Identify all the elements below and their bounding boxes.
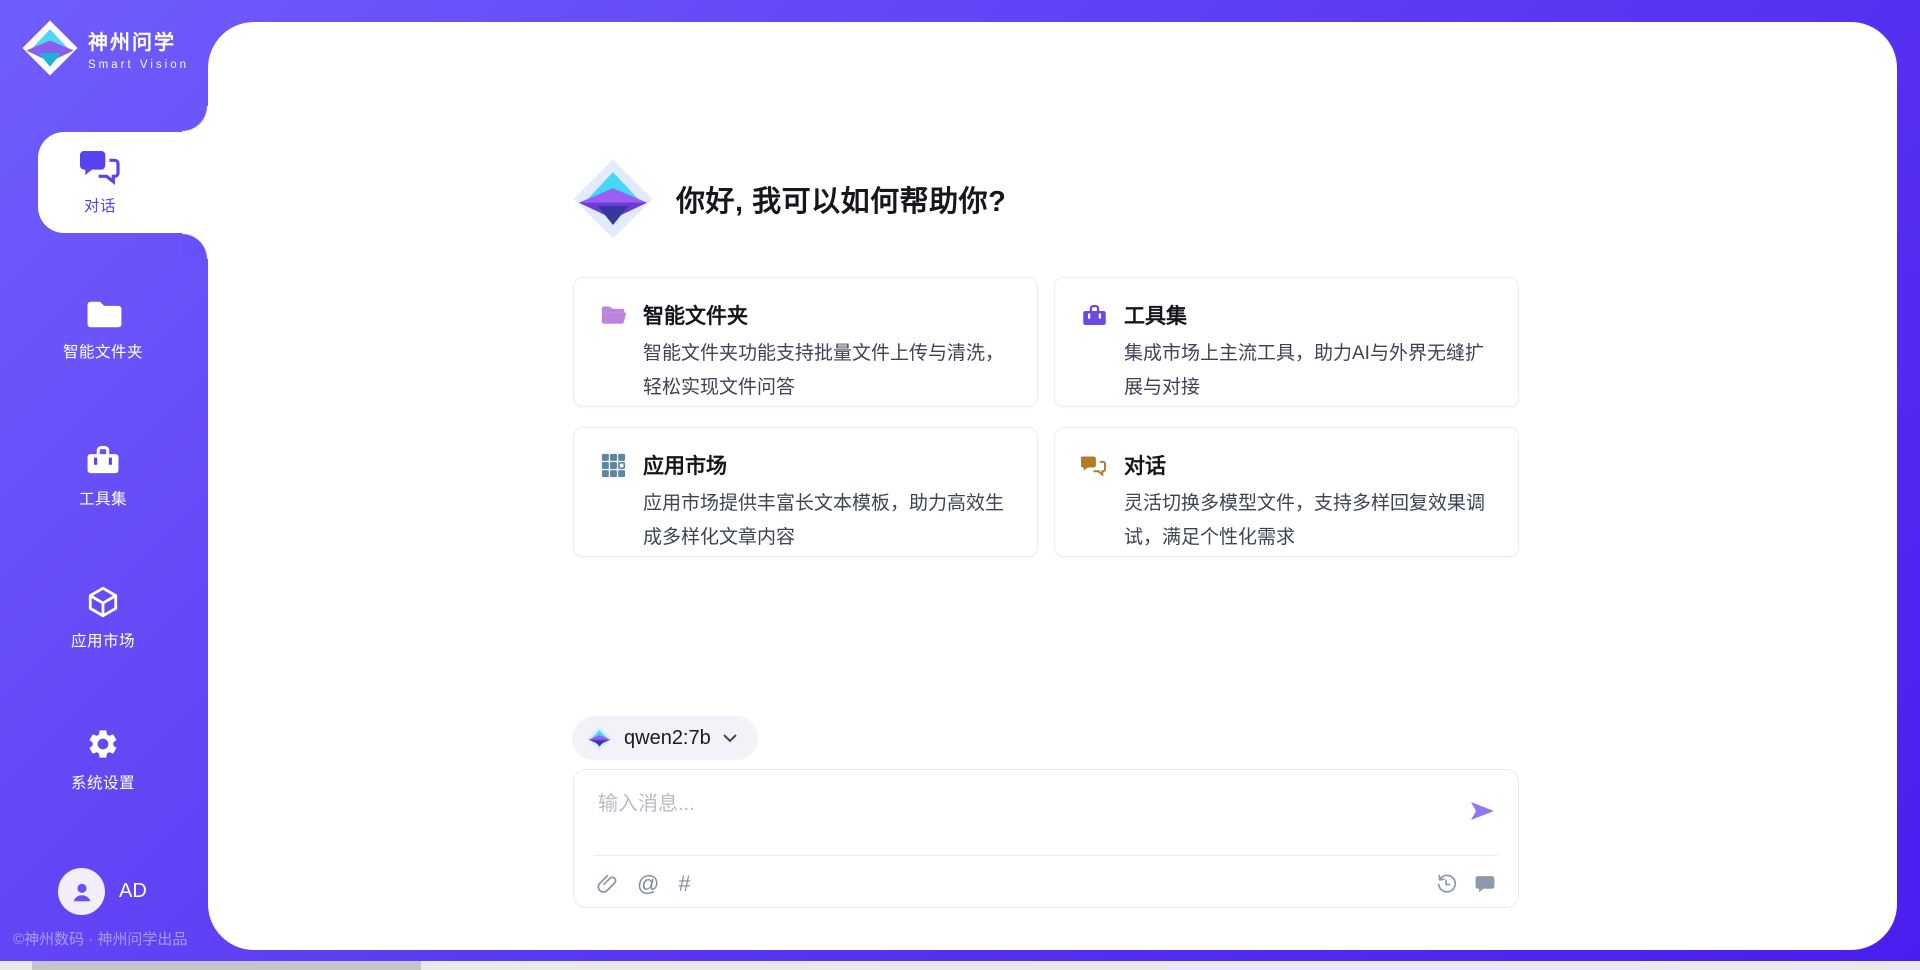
card-title: 对话	[1124, 450, 1166, 480]
card-title: 智能文件夹	[643, 300, 748, 330]
card-description: 灵活切换多模型文件，支持多样回复效果调试，满足个性化需求	[1124, 487, 1492, 555]
copyright-text: ©神州数码 · 神州问学出品	[13, 928, 187, 949]
sidebar-item-smart-folder[interactable]: 智能文件夹	[38, 296, 168, 362]
user-name: AD	[119, 880, 147, 903]
card-description: 集成市场上主流工具，助力AI与外界无缝扩展与对接	[1124, 337, 1492, 405]
card-toolset[interactable]: 工具集 集成市场上主流工具，助力AI与外界无缝扩展与对接	[1054, 277, 1519, 407]
sidebar-item-app-market[interactable]: 应用市场	[38, 585, 168, 651]
page-title: 你好, 我可以如何帮助你?	[676, 178, 1006, 220]
model-logo-icon	[586, 725, 613, 752]
sidebar-item-label: 工具集	[79, 487, 127, 509]
sidebar-item-toolset[interactable]: 工具集	[38, 443, 168, 509]
horizontal-scrollbar[interactable]	[0, 961, 1920, 970]
card-description: 应用市场提供丰富长文本模板，助力高效生成多样化文章内容	[643, 487, 1011, 555]
card-smart-folder[interactable]: 智能文件夹 智能文件夹功能支持批量文件上传与清洗，轻松实现文件问答	[573, 277, 1038, 407]
tab-curve-bottom	[182, 233, 208, 259]
app-window: 神州问学 Smart Vision 对话 智能文件夹 工具集	[0, 0, 1920, 970]
gear-icon	[84, 727, 122, 761]
person-icon	[69, 879, 95, 905]
composer-divider	[594, 855, 1498, 856]
card-app-market[interactable]: 应用市场 应用市场提供丰富长文本模板，助力高效生成多样化文章内容	[573, 427, 1038, 557]
chat-bubble-icon[interactable]	[1474, 873, 1496, 895]
model-selector[interactable]: qwen2:7b	[572, 716, 758, 760]
toolbox-icon	[84, 443, 122, 477]
scrollbar-thumb[interactable]	[32, 961, 421, 970]
sidebar-item-label: 智能文件夹	[63, 340, 143, 362]
history-icon[interactable]	[1435, 873, 1457, 895]
open-folder-icon	[600, 302, 627, 329]
toolbox-icon	[1081, 302, 1108, 329]
tab-curve-top	[182, 106, 208, 132]
hash-icon[interactable]: #	[678, 873, 690, 895]
card-chat[interactable]: 对话 灵活切换多模型文件，支持多样回复效果调试，满足个性化需求	[1054, 427, 1519, 557]
greeting-block: 你好, 我可以如何帮助你?	[570, 156, 1006, 242]
model-name: qwen2:7b	[624, 727, 711, 750]
message-composer: @ #	[573, 769, 1519, 908]
sidebar-item-label: 系统设置	[71, 771, 135, 793]
brand-subtitle: Smart Vision	[88, 59, 189, 71]
brand-logo: 神州问学 Smart Vision	[20, 18, 189, 78]
user-profile[interactable]: AD	[58, 868, 147, 915]
paperclip-icon[interactable]	[596, 873, 618, 895]
card-description: 智能文件夹功能支持批量文件上传与清洗，轻松实现文件问答	[643, 337, 1011, 405]
cube-icon	[84, 585, 122, 619]
sidebar-item-chat-active[interactable]: 对话	[38, 132, 208, 233]
brand-title: 神州问学	[88, 26, 189, 55]
message-input[interactable]	[598, 787, 1458, 847]
sidebar-item-label: 对话	[84, 194, 116, 216]
card-title: 工具集	[1124, 300, 1187, 330]
sidebar-item-system-settings[interactable]: 系统设置	[38, 727, 168, 793]
grid-icon	[600, 452, 627, 479]
chat-icon	[1081, 452, 1108, 479]
avatar	[58, 868, 105, 915]
folder-icon	[84, 296, 122, 330]
feature-cards: 智能文件夹 智能文件夹功能支持批量文件上传与清洗，轻松实现文件问答 工具集 集成…	[573, 277, 1519, 557]
card-title: 应用市场	[643, 450, 727, 480]
sidebar-item-label: 应用市场	[71, 629, 135, 651]
send-icon[interactable]	[1468, 797, 1496, 825]
at-sign-icon[interactable]: @	[637, 873, 659, 895]
assistant-logo-icon	[570, 156, 656, 242]
brand-diamond-icon	[20, 18, 80, 78]
chat-icon	[80, 149, 120, 185]
chevron-down-icon	[722, 733, 738, 743]
